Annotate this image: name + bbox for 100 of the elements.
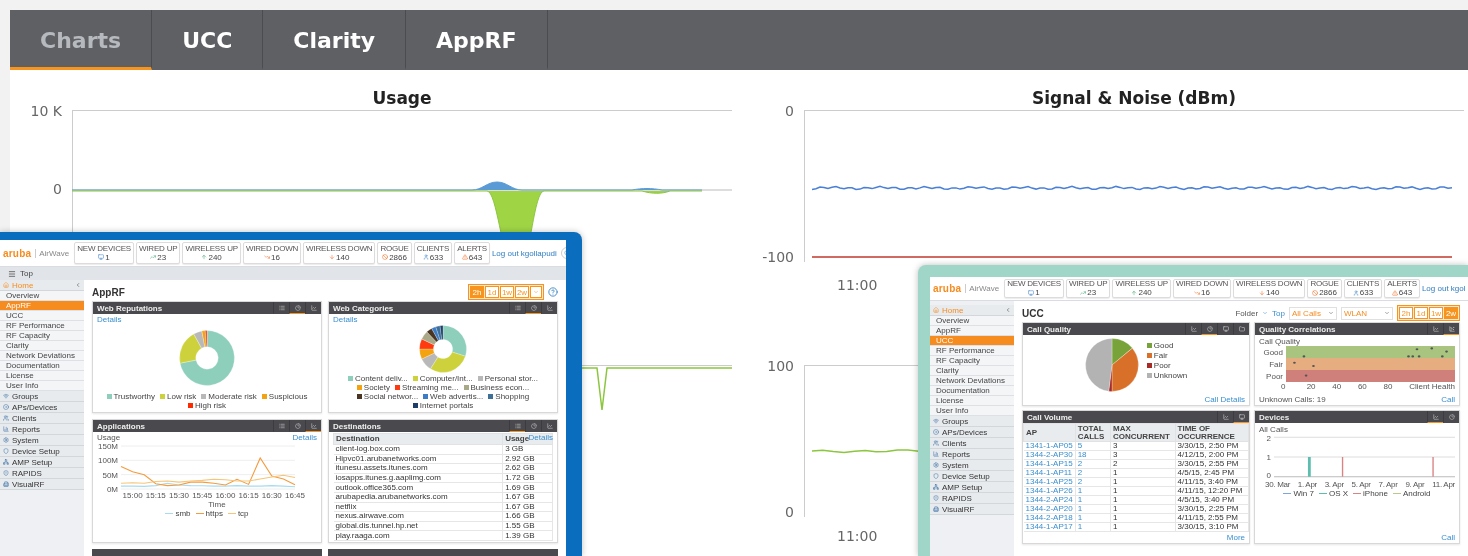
- tab[interactable]: AppRF: [406, 10, 548, 70]
- stat-tile[interactable]: WIRELESS UP 240: [1112, 279, 1171, 298]
- axis-label: 80: [1383, 382, 1394, 391]
- details-link[interactable]: Call Details: [1204, 395, 1245, 404]
- axis-label: Poor: [1266, 371, 1283, 381]
- stat-tile[interactable]: WIRELESS DOWN 140: [303, 242, 376, 264]
- table-cell: 1: [1110, 468, 1176, 478]
- monitor-icon: [1222, 325, 1229, 332]
- view-toggle[interactable]: [1201, 323, 1217, 335]
- details-link[interactable]: Details: [97, 315, 122, 324]
- axis-label: 16:00: [215, 491, 236, 500]
- table-cell: 1344-1-AP17: [1023, 522, 1076, 532]
- stat-tile[interactable]: WIRELESS UP 240: [182, 242, 241, 264]
- sidebar-item[interactable]: Groups: [0, 391, 84, 402]
- shield-icon: [3, 470, 9, 476]
- stat-tile[interactable]: ALERTS 643: [1384, 279, 1420, 298]
- product-name: AirWave: [35, 248, 70, 258]
- stat-tile[interactable]: WIRED DOWN 16: [1172, 279, 1232, 298]
- legend-label: Personal stor...: [484, 374, 539, 383]
- bar-chart-icon: [933, 451, 939, 457]
- line-chart-icon: [1432, 325, 1439, 332]
- view-toggle[interactable]: [1443, 323, 1459, 335]
- details-link[interactable]: Call: [1441, 395, 1455, 404]
- logout-link[interactable]: Log out kgollapudi: [491, 248, 557, 258]
- wifi-icon: [3, 393, 9, 399]
- legend-label: Unknown: [1153, 371, 1188, 380]
- stat-tile[interactable]: ROGUE 2866: [377, 242, 412, 264]
- panel-title: Web Reputations: [97, 303, 163, 313]
- legend-label: Society: [363, 383, 391, 392]
- panel-title: Quality Correlations: [1259, 324, 1336, 334]
- stat-label: WIRED DOWN: [1175, 280, 1229, 288]
- table-cell: 1344-2-AP30: [1023, 450, 1076, 460]
- axis-title: Call Quality: [1259, 337, 1300, 346]
- stat-tile[interactable]: WIRED UP 23: [1066, 279, 1111, 298]
- monitor-icon: [1028, 289, 1035, 296]
- table-cell: 18: [1075, 450, 1111, 460]
- legend-label: OS X: [1328, 489, 1349, 498]
- tab[interactable]: UCC: [152, 10, 264, 70]
- stat-tile[interactable]: NEW DEVICES 1: [74, 242, 134, 264]
- table-cell: 1344-1-AP25: [1023, 477, 1076, 487]
- sidebar-item[interactable]: Clients: [0, 413, 84, 424]
- legend-label: Web advertis...: [430, 392, 484, 401]
- view-toggle[interactable]: [525, 302, 541, 314]
- stat-tile[interactable]: CLIENTS 633: [1343, 279, 1383, 298]
- view-toggle[interactable]: [509, 420, 525, 432]
- tab[interactable]: Clarity: [263, 10, 407, 70]
- column-header: TOTAL CALLS: [1075, 423, 1111, 442]
- sidebar-subitem[interactable]: Clarity: [930, 366, 1014, 376]
- stat-label: WIRED UP: [1069, 280, 1108, 288]
- table-cell: 3: [1110, 450, 1176, 460]
- details-link[interactable]: Details: [333, 315, 358, 324]
- column-header: Destination: [333, 433, 503, 445]
- table-cell: 1: [1075, 486, 1111, 496]
- stat-tile[interactable]: CLIENTS 633: [413, 242, 453, 264]
- legend-label: Moderate risk: [208, 392, 257, 401]
- panel-title: Applications: [97, 421, 145, 431]
- trend-up-icon: [1080, 289, 1087, 296]
- stat-tile[interactable]: WIRED DOWN 16: [242, 242, 302, 264]
- folder-label: Folder: [1235, 308, 1259, 318]
- user-icon: [1352, 289, 1359, 296]
- sidebar-subitem[interactable]: UCC: [0, 311, 84, 321]
- sidebar-subitem[interactable]: Clarity: [0, 341, 84, 351]
- axis-label: 15:30: [169, 491, 189, 500]
- stat-tile[interactable]: WIRELESS DOWN 140: [1233, 279, 1306, 298]
- axis-label: 11:00: [837, 529, 878, 543]
- stat-tile[interactable]: WIRED UP 23: [136, 242, 181, 264]
- collapse-icon: [75, 282, 81, 288]
- axis-title: Time: [208, 500, 226, 509]
- table-cell: 2: [1075, 468, 1111, 478]
- panel-title: Call Quality: [1027, 324, 1071, 334]
- sidebar-item[interactable]: VisualRF: [0, 479, 84, 490]
- sidebar-item[interactable]: VisualRF: [930, 504, 1014, 515]
- table-cell: 1344-2-AP18: [1023, 513, 1076, 523]
- legend-label: tcp: [237, 509, 249, 518]
- arrow-up-icon: [1131, 289, 1138, 296]
- sidebar-item[interactable]: Groups: [930, 416, 1014, 427]
- table-cell: 1.69 GB: [502, 482, 553, 493]
- legend-label: Win 7: [1293, 489, 1314, 498]
- dropdown-button[interactable]: [530, 286, 542, 298]
- view-toggle[interactable]: [289, 302, 305, 314]
- more-link[interactable]: More: [1226, 533, 1245, 542]
- monitor-icon: [98, 254, 105, 260]
- details-link[interactable]: Call: [1441, 533, 1455, 542]
- stat-tile[interactable]: ROGUE 2866: [1307, 279, 1342, 298]
- panel-title: Call Volume: [1027, 412, 1073, 422]
- network-icon: [933, 484, 939, 490]
- axis-label: 11. Apr: [1432, 480, 1455, 489]
- table-cell: nexus.airwave.com: [333, 511, 503, 522]
- stat-tile[interactable]: ALERTS 643: [454, 242, 490, 264]
- logout-link[interactable]: Log out kgol: [1421, 284, 1466, 293]
- stat-label: CLIENTS: [1346, 280, 1380, 288]
- column-header: TIME OF OCCURRENCE: [1175, 423, 1249, 442]
- legend-label: Suspicious: [268, 392, 308, 401]
- view-toggle[interactable]: [1427, 411, 1443, 423]
- legend-label: Android: [1402, 489, 1431, 498]
- folder-link[interactable]: Top: [1272, 308, 1285, 318]
- view-toggle[interactable]: [305, 420, 321, 432]
- stat-tile[interactable]: NEW DEVICES 1: [1004, 279, 1064, 298]
- details-link[interactable]: Details: [292, 433, 317, 442]
- sidebar-item[interactable]: Clients: [930, 438, 1014, 449]
